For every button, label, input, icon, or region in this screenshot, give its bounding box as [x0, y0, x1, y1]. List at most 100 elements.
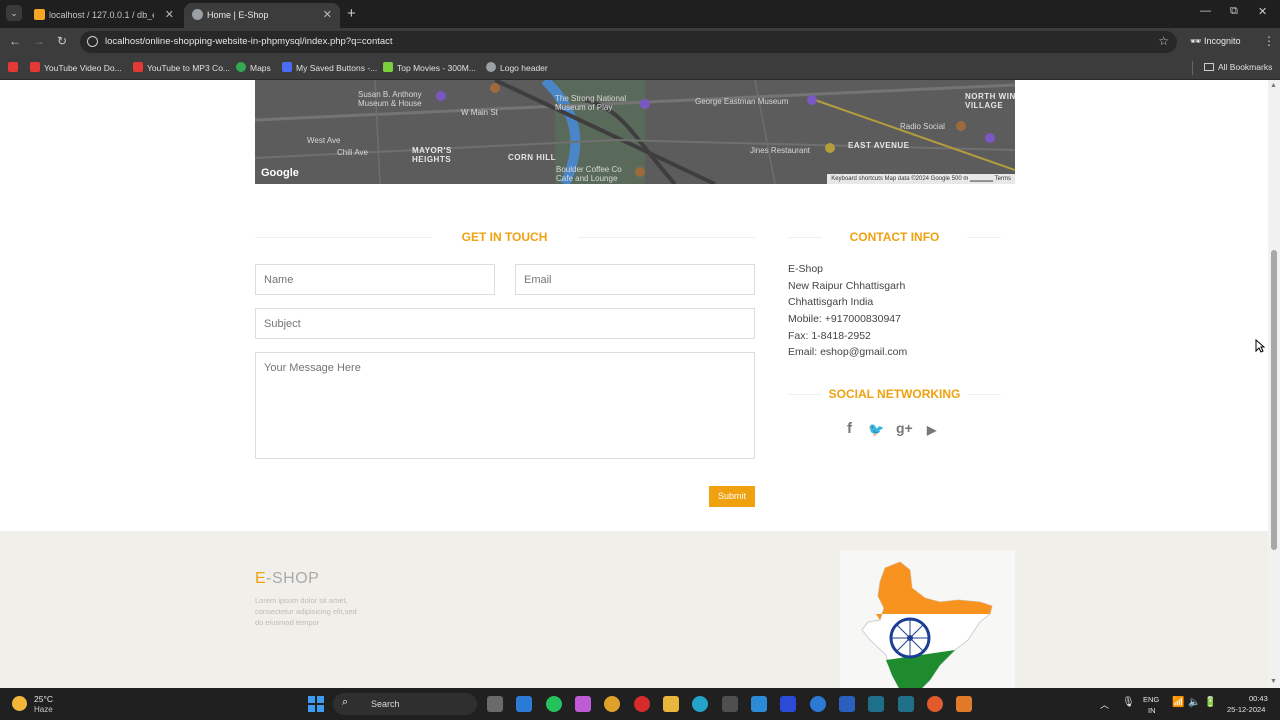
map-label: Radio Social — [900, 122, 945, 131]
back-icon[interactable]: ← — [9, 34, 21, 48]
weather-haze-icon[interactable] — [12, 696, 27, 711]
bookmark-star-icon[interactable]: ☆ — [1158, 34, 1169, 48]
app-icon[interactable] — [780, 696, 796, 712]
twitter-icon[interactable]: 🐦 — [868, 422, 884, 438]
windows-start-icon[interactable] — [308, 696, 324, 712]
bookmark-item[interactable]: Logo header — [486, 62, 548, 73]
taskbar-search[interactable]: ⌕ Search — [333, 693, 477, 715]
language-top[interactable]: ENG — [1143, 695, 1159, 704]
india-map-image — [840, 550, 1015, 688]
new-tab-icon[interactable]: + — [347, 5, 356, 22]
remote-desktop-icon[interactable] — [751, 696, 767, 712]
bookmark-item[interactable]: YouTube Video Do... — [30, 62, 122, 73]
file-explorer-icon[interactable] — [663, 696, 679, 712]
language-bottom[interactable]: IN — [1148, 706, 1156, 715]
tray-overflow-icon[interactable]: ︿ — [1100, 698, 1109, 711]
reload-icon[interactable]: ↻ — [57, 34, 67, 48]
youtube-icon — [30, 62, 40, 72]
close-icon[interactable]: ✕ — [165, 8, 174, 21]
scroll-up-icon[interactable]: ▲ — [1270, 82, 1277, 89]
site-info-icon[interactable] — [87, 36, 98, 47]
india-flag-map-icon — [861, 561, 993, 688]
facebook-icon[interactable]: f — [847, 420, 852, 437]
footer-brand[interactable]: E-SHOP — [255, 570, 319, 588]
youtube-shortcut-icon[interactable] — [8, 62, 22, 73]
bookmarks-bar: YouTube Video Do... YouTube to MP3 Co...… — [0, 56, 1280, 80]
window-close-icon[interactable]: ✕ — [1258, 5, 1267, 18]
volume-icon[interactable]: 🔈 — [1188, 697, 1200, 708]
app-icon[interactable] — [810, 696, 826, 712]
subject-input[interactable] — [255, 308, 755, 339]
tab-phpmyadmin[interactable]: localhost / 127.0.0.1 / db_ecom ✕ — [26, 3, 182, 28]
weather-condition[interactable]: Haze — [34, 705, 53, 714]
terminal-icon[interactable] — [868, 696, 884, 712]
divider — [1192, 61, 1193, 75]
scroll-thumb[interactable] — [1271, 250, 1277, 550]
map-label: The Strong National Museum of Play — [555, 94, 627, 112]
minimize-icon[interactable]: — — [1200, 5, 1211, 17]
bookmark-label: YouTube to MP3 Co... — [147, 63, 231, 73]
search-label: Search — [371, 699, 400, 709]
scroll-down-icon[interactable]: ▼ — [1270, 678, 1277, 685]
vscode-icon[interactable] — [516, 696, 532, 712]
globe-icon — [486, 62, 496, 72]
bookmark-item[interactable]: YouTube to MP3 Co... — [133, 62, 230, 73]
address-bar[interactable]: localhost/online-shopping-website-in-php… — [80, 31, 1177, 53]
google-plus-icon[interactable]: g+ — [896, 420, 913, 436]
incognito-indicator[interactable]: 🕶 Incognito — [1190, 36, 1240, 47]
bookmark-item[interactable]: Maps — [236, 62, 271, 73]
page-icon — [282, 62, 292, 72]
bookmark-item[interactable]: Top Movies - 300M... — [383, 62, 476, 73]
word-icon[interactable] — [839, 696, 855, 712]
bookmark-label: Maps — [250, 63, 271, 73]
divider — [788, 394, 822, 395]
url-text[interactable]: localhost/online-shopping-website-in-php… — [105, 36, 393, 47]
weather-temperature[interactable]: 25°C — [34, 694, 53, 704]
youtube-icon[interactable]: ▶ — [927, 423, 936, 437]
map-label: Susan B. Anthony Museum & House — [358, 90, 422, 108]
bookmark-label: YouTube Video Do... — [44, 63, 122, 73]
submit-button[interactable]: Submit — [709, 486, 755, 507]
chevron-down-icon[interactable]: ⌄ — [6, 5, 22, 21]
tab-eshop-home[interactable]: Home | E-Shop ✕ — [184, 3, 340, 28]
footer-blurb: Lorem ipsum dolor sit amet, consectetur … — [255, 596, 357, 627]
terminal-icon[interactable] — [898, 696, 914, 712]
menu-kebab-icon[interactable]: ⋮ — [1263, 34, 1275, 48]
clock-time[interactable]: 00:43 — [1249, 694, 1268, 703]
xampp-icon[interactable] — [956, 696, 972, 712]
battery-icon[interactable]: 🔋 — [1204, 697, 1216, 708]
microphone-icon[interactable]: 🎙 — [1122, 697, 1135, 708]
email-input[interactable] — [515, 264, 755, 295]
phpmyadmin-icon — [34, 9, 45, 20]
map-attribution[interactable]: Keyboard shortcuts Map data ©2024 Google… — [827, 174, 1015, 184]
close-icon[interactable]: ✕ — [323, 8, 332, 21]
store-icon[interactable] — [722, 696, 738, 712]
social-networking-heading: SOCIAL NETWORKING — [828, 387, 961, 401]
page-scrollbar[interactable]: ▲ ▼ — [1268, 80, 1280, 688]
task-view-icon[interactable] — [487, 696, 503, 712]
contact-info-heading: CONTACT INFO — [849, 230, 940, 244]
all-bookmarks[interactable]: All Bookmarks — [1204, 62, 1272, 72]
copilot-icon[interactable] — [575, 696, 591, 712]
app-icon[interactable] — [927, 696, 943, 712]
edge-icon[interactable] — [692, 696, 708, 712]
incognito-icon: 🕶 — [1190, 36, 1202, 46]
message-textarea[interactable] — [255, 352, 755, 459]
whatsapp-icon[interactable] — [546, 696, 562, 712]
google-logo: Google — [261, 167, 299, 179]
search-icon: ⌕ — [342, 696, 349, 708]
name-input[interactable] — [255, 264, 495, 295]
map-label: George Eastman Museum — [695, 97, 789, 106]
embedded-map[interactable]: Susan B. Anthony Museum & House The Stro… — [255, 80, 1015, 184]
wifi-icon[interactable]: 📶 — [1172, 697, 1184, 708]
bookmark-item[interactable]: My Saved Buttons -... — [282, 62, 377, 73]
contact-address-line2: Chhattisgarh India — [788, 296, 874, 308]
opera-icon[interactable] — [634, 696, 650, 712]
maximize-icon[interactable]: ⧉ — [1230, 5, 1238, 18]
chrome-icon[interactable] — [604, 696, 620, 712]
site-footer: E-SHOP Lorem ipsum dolor sit amet, conse… — [0, 531, 1268, 688]
tab-title: Home | E-Shop — [207, 10, 269, 20]
forward-icon[interactable]: → — [33, 34, 45, 48]
divider — [967, 394, 1001, 395]
clock-date[interactable]: 25-12-2024 — [1227, 705, 1265, 714]
